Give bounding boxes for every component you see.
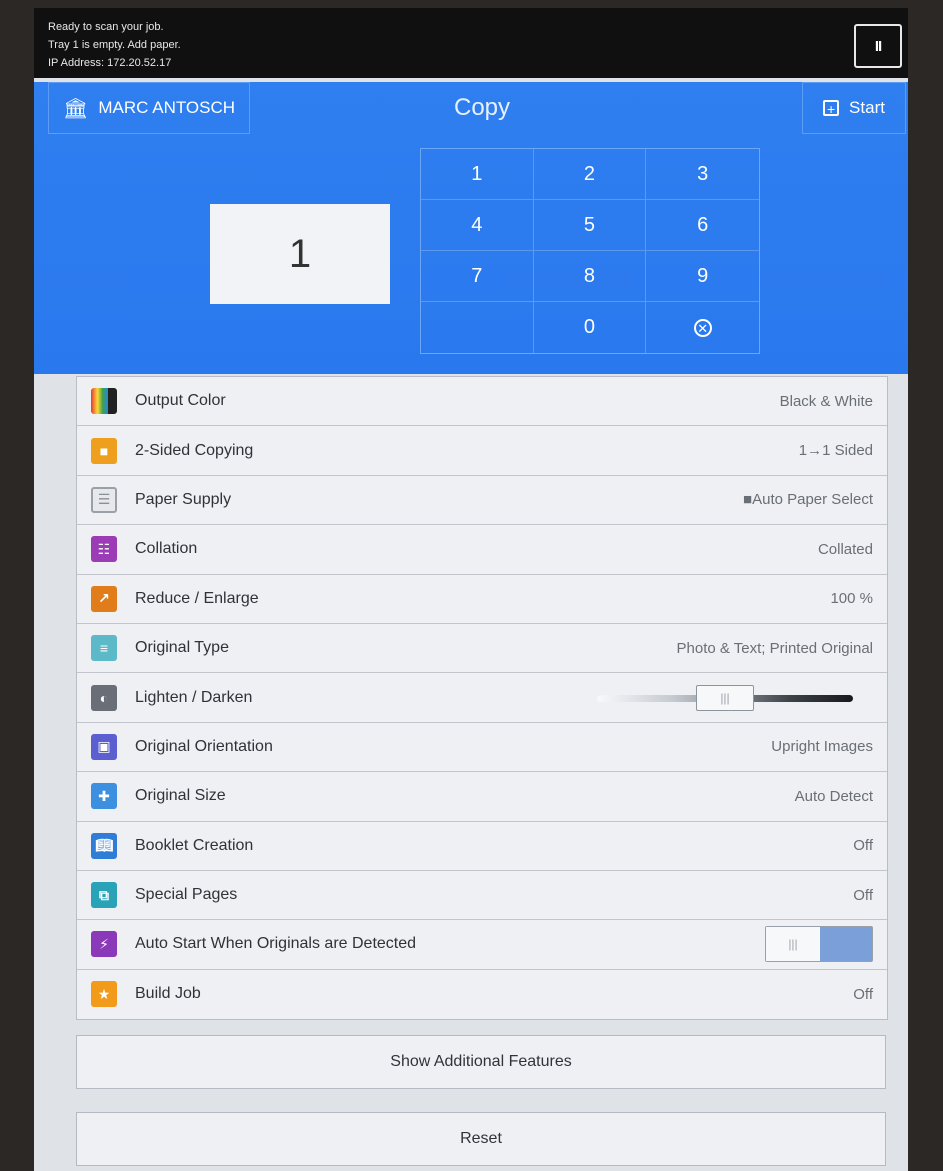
pause-button[interactable]: II [854,24,902,68]
key-2[interactable]: 2 [533,149,647,200]
auto-start-icon: ⚡︎ [91,931,117,958]
feature-2-sided-copying[interactable]: ■ 2-Sided Copying 1→1 Sided [77,426,887,476]
key-8[interactable]: 8 [533,251,647,302]
key-5[interactable]: 5 [533,200,647,251]
status-line-tray: Tray 1 is empty. Add paper. [48,39,181,51]
feature-paper-supply[interactable]: ☰ Paper Supply ■Auto Paper Select [77,476,887,526]
toggle-fill [820,927,872,962]
clear-button[interactable]: ✕ [646,302,759,353]
copy-header: 🏛︎ MARC ANTOSCH Copy + Start 1 1 2 3 4 5… [34,82,908,374]
feature-original-size[interactable]: ✚ Original Size Auto Detect [77,772,887,822]
reduce-enlarge-icon: ↗ [91,585,117,612]
numeric-keypad: 1 2 3 4 5 6 7 8 9 0 ✕ [420,148,760,354]
key-0[interactable]: 0 [534,302,647,353]
start-button[interactable]: + Start [802,82,906,134]
feature-collation[interactable]: ☷ Collation Collated [77,525,887,575]
special-pages-icon: ⧉ [91,882,117,909]
toggle-knob: ||| [766,927,820,962]
lighten-darken-icon: ◐ [91,684,117,711]
status-bar: Ready to scan your job. Tray 1 is empty.… [34,8,908,78]
clear-icon: ✕ [693,318,712,337]
copy-screen: Ready to scan your job. Tray 1 is empty.… [34,8,908,1171]
user-name: MARC ANTOSCH [98,98,236,117]
user-button[interactable]: 🏛︎ MARC ANTOSCH [48,82,250,134]
feature-original-orientation[interactable]: ▣ Original Orientation Upright Images [77,723,887,773]
feature-lighten-darken[interactable]: ◐ Lighten / Darken ||| [77,673,887,723]
feature-output-color[interactable]: Output Color Black & White [77,377,887,427]
auto-start-toggle[interactable]: ||| [765,926,873,963]
key-3[interactable]: 3 [646,149,759,200]
lighten-darken-slider[interactable]: ||| [597,685,853,712]
start-icon: + [823,100,840,116]
slider-thumb[interactable]: ||| [696,685,754,712]
feature-build-job[interactable]: ★ Build Job Off [77,970,887,1019]
original-size-icon: ✚ [91,783,117,810]
original-type-icon: ≡ [91,635,117,662]
feature-auto-start[interactable]: ⚡︎ Auto Start When Originals are Detecte… [77,920,887,970]
feature-booklet-creation[interactable]: 📖︎ Booklet Creation Off [77,822,887,871]
key-9[interactable]: 9 [646,251,759,302]
reset-button[interactable]: Reset [76,1112,886,1166]
feature-special-pages[interactable]: ⧉ Special Pages Off [77,871,887,921]
show-additional-features-button[interactable]: Show Additional Features [76,1035,886,1089]
key-1[interactable]: 1 [421,149,534,200]
key-blank [421,302,534,353]
building-icon: 🏛︎ [63,97,89,120]
start-label: Start [849,98,885,117]
paper-supply-icon: ☰ [91,486,117,513]
key-7[interactable]: 7 [421,251,534,302]
two-sided-icon: ■ [91,437,117,464]
status-line-ready: Ready to scan your job. [48,21,164,33]
key-6[interactable]: 6 [646,200,759,251]
feature-list: Output Color Black & White ■ 2-Sided Cop… [76,376,888,1021]
feature-reduce-enlarge[interactable]: ↗ Reduce / Enlarge 100 % [77,575,887,624]
quantity-field[interactable]: 1 [210,204,390,304]
collation-icon: ☷ [91,536,117,563]
orientation-icon: ▣ [91,733,117,760]
build-job-icon: ★ [91,981,117,1008]
feature-original-type[interactable]: ≡ Original Type Photo & Text; Printed Or… [77,624,887,674]
key-4[interactable]: 4 [421,200,534,251]
pause-icon: II [874,37,882,55]
status-line-ip: IP Address: 172.20.52.17 [48,57,172,69]
page-title: Copy [454,94,511,121]
booklet-icon: 📖︎ [91,832,117,859]
output-color-icon [91,388,117,415]
